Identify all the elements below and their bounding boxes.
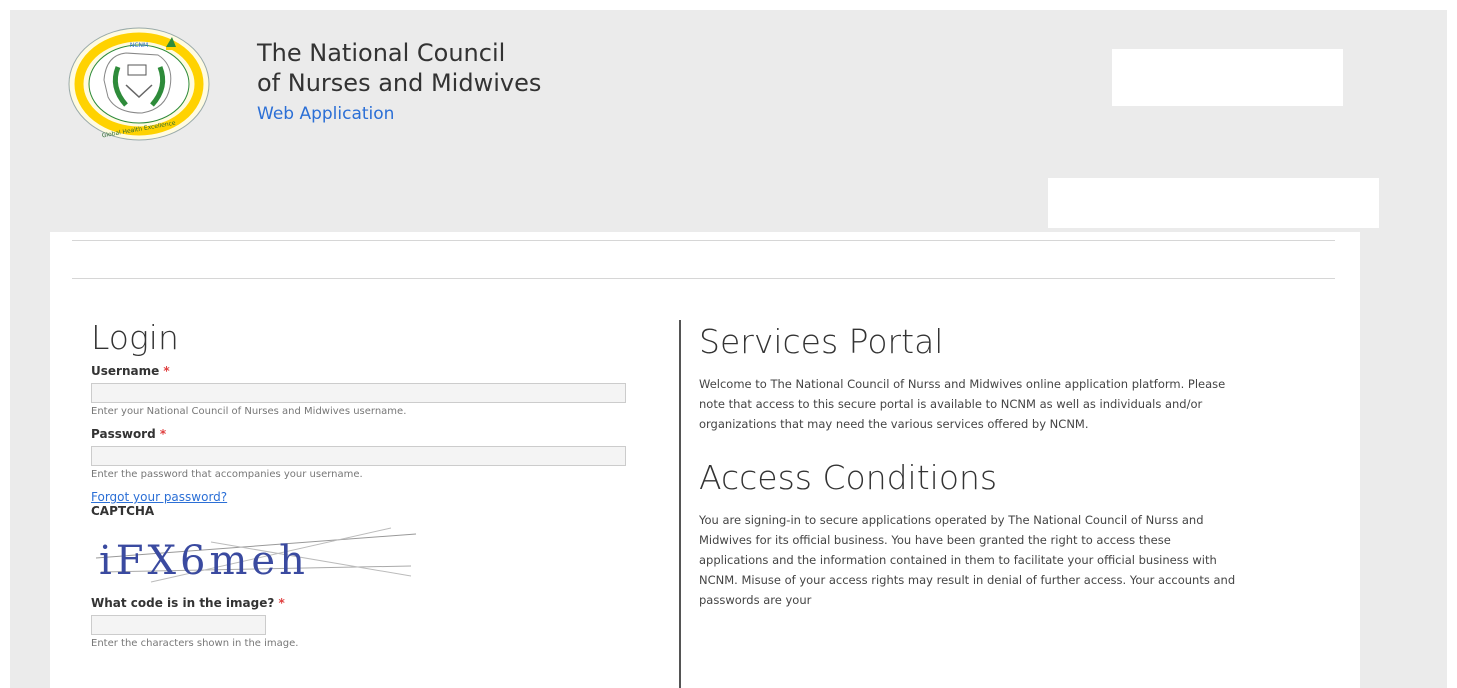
info-column: Services Portal Welcome to The National … <box>699 320 1239 632</box>
password-description: Enter the password that accompanies your… <box>91 469 363 480</box>
captcha-image: iFX6meh <box>95 527 417 584</box>
captcha-question-label: What code is in the image? * <box>91 596 631 610</box>
username-label: Username * <box>91 364 631 378</box>
top-divider <box>72 240 1335 241</box>
main-content: Login Username * Enter your National Cou… <box>50 232 1360 688</box>
access-conditions-text: You are signing-in to secure application… <box>699 513 1236 607</box>
ncnm-logo[interactable]: NCNM Global Health Excellence <box>66 25 212 143</box>
captcha-description: Enter the characters shown in the image. <box>91 638 299 649</box>
captcha-input[interactable] <box>91 615 266 635</box>
site-slogan: Web Application <box>257 104 395 124</box>
second-divider <box>72 278 1335 279</box>
header-blank-block-1 <box>1112 49 1343 106</box>
login-form: Login Username * Enter your National Cou… <box>91 316 631 659</box>
username-label-text: Username <box>91 364 160 378</box>
captcha-text: iFX6meh <box>99 538 309 584</box>
username-required-marker: * <box>163 364 170 378</box>
password-label: Password * <box>91 427 631 441</box>
login-title: Login <box>91 318 179 357</box>
site-name-line2: of Nurses and Midwives <box>257 69 542 97</box>
services-portal-title: Services Portal <box>699 322 944 361</box>
captcha-label: CAPTCHA <box>91 504 155 518</box>
password-label-text: Password <box>91 427 156 441</box>
site-name[interactable]: The National Council of Nurses and Midwi… <box>257 38 541 98</box>
captcha-question-text: What code is in the image? <box>91 596 275 610</box>
username-input[interactable] <box>91 383 626 403</box>
services-portal-text: Welcome to The National Council of Nurss… <box>699 377 1226 431</box>
site-name-line1: The National Council <box>257 39 506 67</box>
password-input[interactable] <box>91 446 626 466</box>
forgot-password-link[interactable]: Forgot your password? <box>91 490 631 504</box>
captcha-required-marker: * <box>278 596 285 610</box>
access-conditions-title: Access Conditions <box>699 458 998 497</box>
logo-acronym: NCNM <box>130 42 148 49</box>
header-blank-block-2 <box>1048 178 1379 228</box>
password-required-marker: * <box>159 427 167 441</box>
username-description: Enter your National Council of Nurses an… <box>91 406 407 417</box>
column-divider <box>679 320 681 688</box>
